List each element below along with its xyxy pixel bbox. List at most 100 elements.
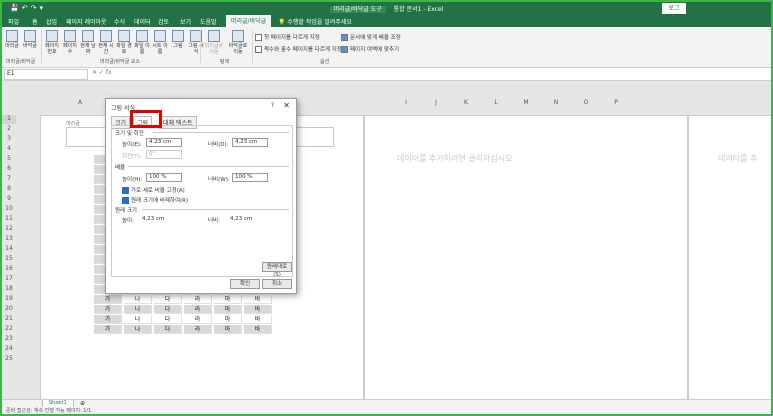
row-header[interactable]: 2 — [2, 125, 16, 134]
row-header[interactable]: 5 — [2, 155, 16, 164]
reset-button[interactable]: 원래대로(S) — [262, 262, 292, 278]
column-header[interactable]: K — [452, 99, 480, 108]
tab-page-layout[interactable]: 페이지 레이아웃 — [66, 17, 107, 26]
row-header[interactable]: 18 — [2, 285, 16, 294]
file-path-button[interactable]: 파일 경로 — [116, 30, 132, 55]
row-header[interactable]: 4 — [2, 145, 16, 154]
relative-size-checkbox[interactable]: 원래 크기에 비례하여(R) — [122, 196, 188, 204]
row-header[interactable]: 21 — [2, 315, 16, 324]
cell[interactable]: 나 — [124, 305, 152, 314]
column-header[interactable]: M — [512, 99, 540, 108]
column-header[interactable]: L — [482, 99, 510, 108]
scale-height-input[interactable]: 100 % — [146, 173, 182, 182]
cell[interactable]: 마 — [214, 315, 242, 324]
cell[interactable]: 라 — [184, 325, 212, 334]
header-button[interactable]: 머리글 — [4, 30, 20, 49]
row-header[interactable]: 24 — [2, 345, 16, 354]
column-header[interactable]: O — [572, 99, 600, 108]
scale-with-document-checkbox[interactable]: 문서에 맞게 배율 조정 — [341, 33, 401, 41]
tell-me-search[interactable]: 💡 수행할 작업을 알려주세요 — [278, 17, 352, 26]
go-to-footer-button[interactable]: 바닥글로 이동 — [226, 30, 250, 55]
cell[interactable]: 라 — [184, 305, 212, 314]
cell[interactable]: 바 — [244, 315, 272, 324]
page-number-button[interactable]: 페이지 번호 — [44, 30, 60, 55]
cell[interactable]: 가 — [94, 325, 122, 334]
row-header[interactable]: 19 — [2, 295, 16, 304]
cell[interactable]: 마 — [214, 305, 242, 314]
cell[interactable]: 다 — [154, 305, 182, 314]
tab-view[interactable]: 보기 — [180, 17, 191, 26]
tab-formulas[interactable]: 수식 — [114, 17, 125, 26]
row-header[interactable]: 1 — [2, 115, 16, 124]
row-header[interactable]: 7 — [2, 175, 16, 184]
row-header[interactable]: 11 — [2, 215, 16, 224]
tab-data[interactable]: 데이터 — [134, 17, 151, 26]
width-input[interactable]: 4.23 cm — [232, 138, 268, 147]
column-header[interactable]: N — [542, 99, 570, 108]
cell[interactable]: 가 — [94, 315, 122, 324]
row-header[interactable]: 15 — [2, 255, 16, 264]
row-header[interactable]: 9 — [2, 195, 16, 204]
ok-button[interactable]: 확인 — [230, 279, 260, 289]
column-header[interactable]: J — [422, 99, 450, 108]
file-name-button[interactable]: 파일 이름 — [134, 30, 150, 55]
align-with-margins-checkbox[interactable]: 페이지 여백에 맞추기 — [341, 45, 399, 53]
tab-insert[interactable]: 삽입 — [46, 17, 57, 26]
row-header[interactable]: 14 — [2, 245, 16, 254]
name-box[interactable]: E1 — [4, 69, 88, 80]
cell[interactable]: 바 — [244, 325, 272, 334]
help-icon[interactable]: ? — [271, 102, 274, 109]
picture-button[interactable]: 그림 — [170, 30, 186, 49]
scale-width-input[interactable]: 100 % — [232, 173, 268, 182]
row-header[interactable]: 25 — [2, 355, 16, 364]
cell[interactable]: 마 — [214, 325, 242, 334]
row-header[interactable]: 20 — [2, 305, 16, 314]
cell[interactable]: 라 — [184, 295, 212, 304]
row-header[interactable]: 10 — [2, 205, 16, 214]
cell[interactable]: 다 — [154, 325, 182, 334]
current-time-button[interactable]: 현재 시간 — [98, 30, 114, 55]
column-header[interactable]: I — [392, 99, 420, 108]
cell[interactable]: 나 — [124, 295, 152, 304]
add-data-hint-page3[interactable]: 데이터를 추 — [718, 153, 757, 164]
tab-file[interactable]: 파일 — [8, 17, 19, 26]
sheet-name-button[interactable]: 시트 이름 — [152, 30, 168, 55]
row-header[interactable]: 22 — [2, 325, 16, 334]
row-header[interactable]: 6 — [2, 165, 16, 174]
row-header[interactable]: 23 — [2, 335, 16, 344]
fx-icon[interactable]: ✕ ✓ fx — [92, 69, 112, 76]
row-header[interactable]: 13 — [2, 235, 16, 244]
add-data-hint[interactable]: 데이터를 추가하려면 클릭하십시오 — [397, 153, 513, 164]
different-first-page-checkbox[interactable]: 첫 페이지를 다르게 지정 — [255, 33, 320, 41]
go-to-header-button[interactable]: 머리글로 이동 — [202, 30, 226, 55]
page-count-button[interactable]: 페이지 수 — [62, 30, 78, 55]
tab-home[interactable]: 홈 — [32, 17, 38, 26]
row-header[interactable]: 12 — [2, 225, 16, 234]
cell[interactable]: 다 — [154, 295, 182, 304]
tab-review[interactable]: 검토 — [158, 17, 169, 26]
cell[interactable]: 가 — [94, 295, 122, 304]
current-date-button[interactable]: 현재 날짜 — [80, 30, 96, 55]
row-header[interactable]: 3 — [2, 135, 16, 144]
row-header[interactable]: 8 — [2, 185, 16, 194]
column-header[interactable]: P — [602, 99, 630, 108]
add-sheet-icon[interactable]: ⊕ — [80, 400, 85, 407]
row-header[interactable]: 17 — [2, 275, 16, 284]
cancel-button[interactable]: 취소 — [262, 279, 292, 289]
rotation-input[interactable]: 0° — [146, 150, 182, 159]
cell[interactable]: 나 — [124, 315, 152, 324]
footer-button[interactable]: 바닥글 — [22, 30, 38, 49]
lock-aspect-checkbox[interactable]: 가로 세로 비율 고정(A) — [122, 186, 185, 194]
cell[interactable]: 가 — [94, 305, 122, 314]
cell[interactable]: 나 — [124, 325, 152, 334]
different-odd-even-checkbox[interactable]: 짝수와 홀수 페이지를 다르게 지정 — [255, 45, 342, 53]
row-header[interactable]: 16 — [2, 265, 16, 274]
tab-help[interactable]: 도움말 — [200, 17, 217, 26]
cell[interactable]: 라 — [184, 315, 212, 324]
height-input[interactable]: 4.23 cm — [146, 138, 182, 147]
close-icon[interactable]: ✕ — [283, 101, 290, 110]
cell[interactable]: 바 — [244, 295, 272, 304]
cell[interactable]: 바 — [244, 305, 272, 314]
column-header[interactable]: A — [66, 99, 94, 108]
cell[interactable]: 마 — [214, 295, 242, 304]
